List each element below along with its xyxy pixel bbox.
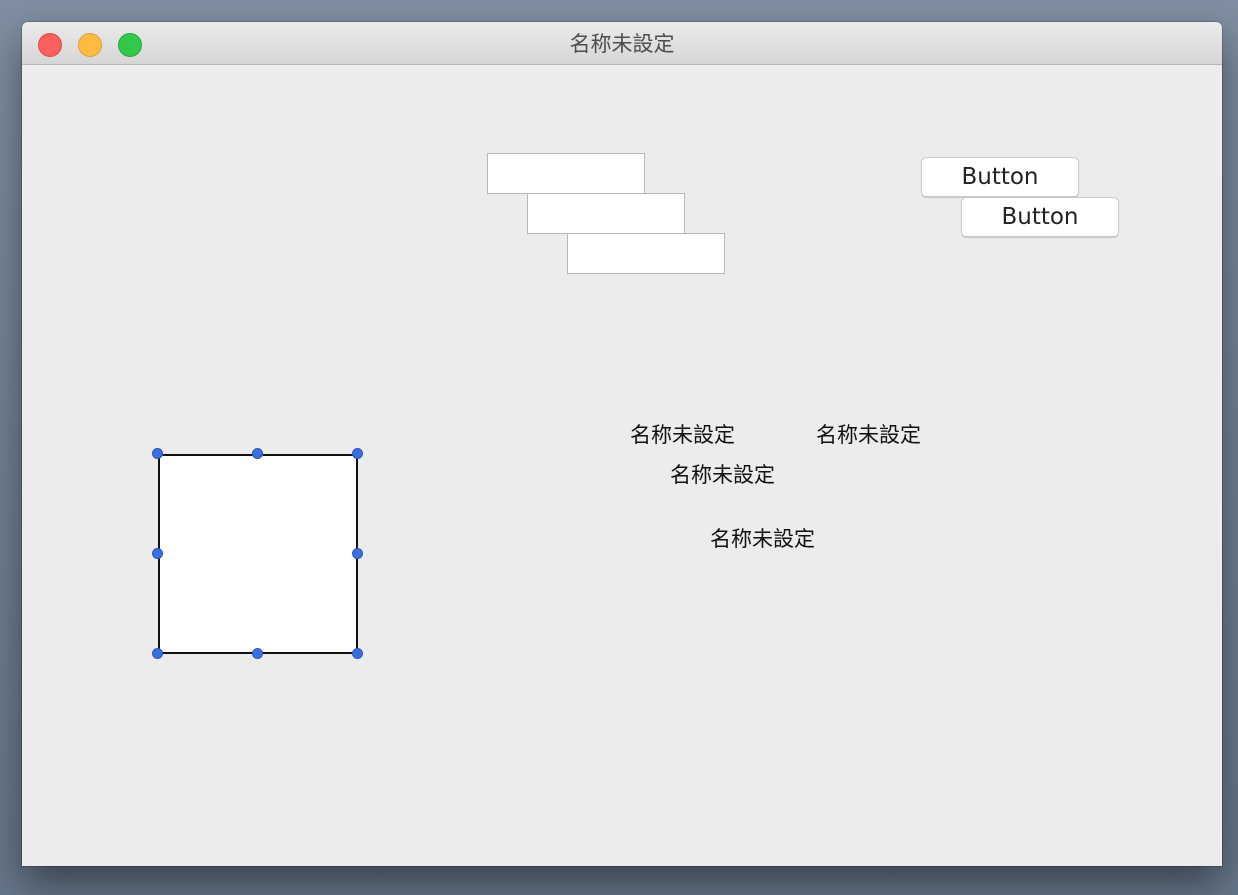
resize-handle-top[interactable] bbox=[252, 448, 263, 459]
push-button-1[interactable]: Button bbox=[921, 157, 1079, 197]
app-window: 名称未設定 Button Button 名称未設定 名称未設定 名称未設定 名称… bbox=[22, 22, 1222, 866]
label-3: 名称未設定 bbox=[670, 463, 775, 487]
resize-handle-top-left[interactable] bbox=[152, 448, 163, 459]
text-field-2[interactable] bbox=[527, 193, 685, 234]
resize-handle-right[interactable] bbox=[352, 548, 363, 559]
resize-handle-left[interactable] bbox=[152, 548, 163, 559]
window-content: Button Button 名称未設定 名称未設定 名称未設定 名称未設定 bbox=[22, 65, 1222, 866]
resize-handle-bottom-left[interactable] bbox=[152, 648, 163, 659]
resize-handle-top-right[interactable] bbox=[352, 448, 363, 459]
push-button-2[interactable]: Button bbox=[961, 197, 1119, 237]
label-2: 名称未設定 bbox=[816, 423, 921, 447]
resize-handle-bottom-right[interactable] bbox=[352, 648, 363, 659]
label-4: 名称未設定 bbox=[710, 527, 815, 551]
text-field-1[interactable] bbox=[487, 153, 645, 194]
resize-handle-bottom[interactable] bbox=[252, 648, 263, 659]
label-1: 名称未設定 bbox=[630, 423, 735, 447]
title-bar[interactable]: 名称未設定 bbox=[22, 22, 1222, 65]
text-field-3[interactable] bbox=[567, 233, 725, 274]
window-title: 名称未設定 bbox=[569, 32, 675, 56]
selected-custom-view[interactable] bbox=[158, 454, 358, 654]
